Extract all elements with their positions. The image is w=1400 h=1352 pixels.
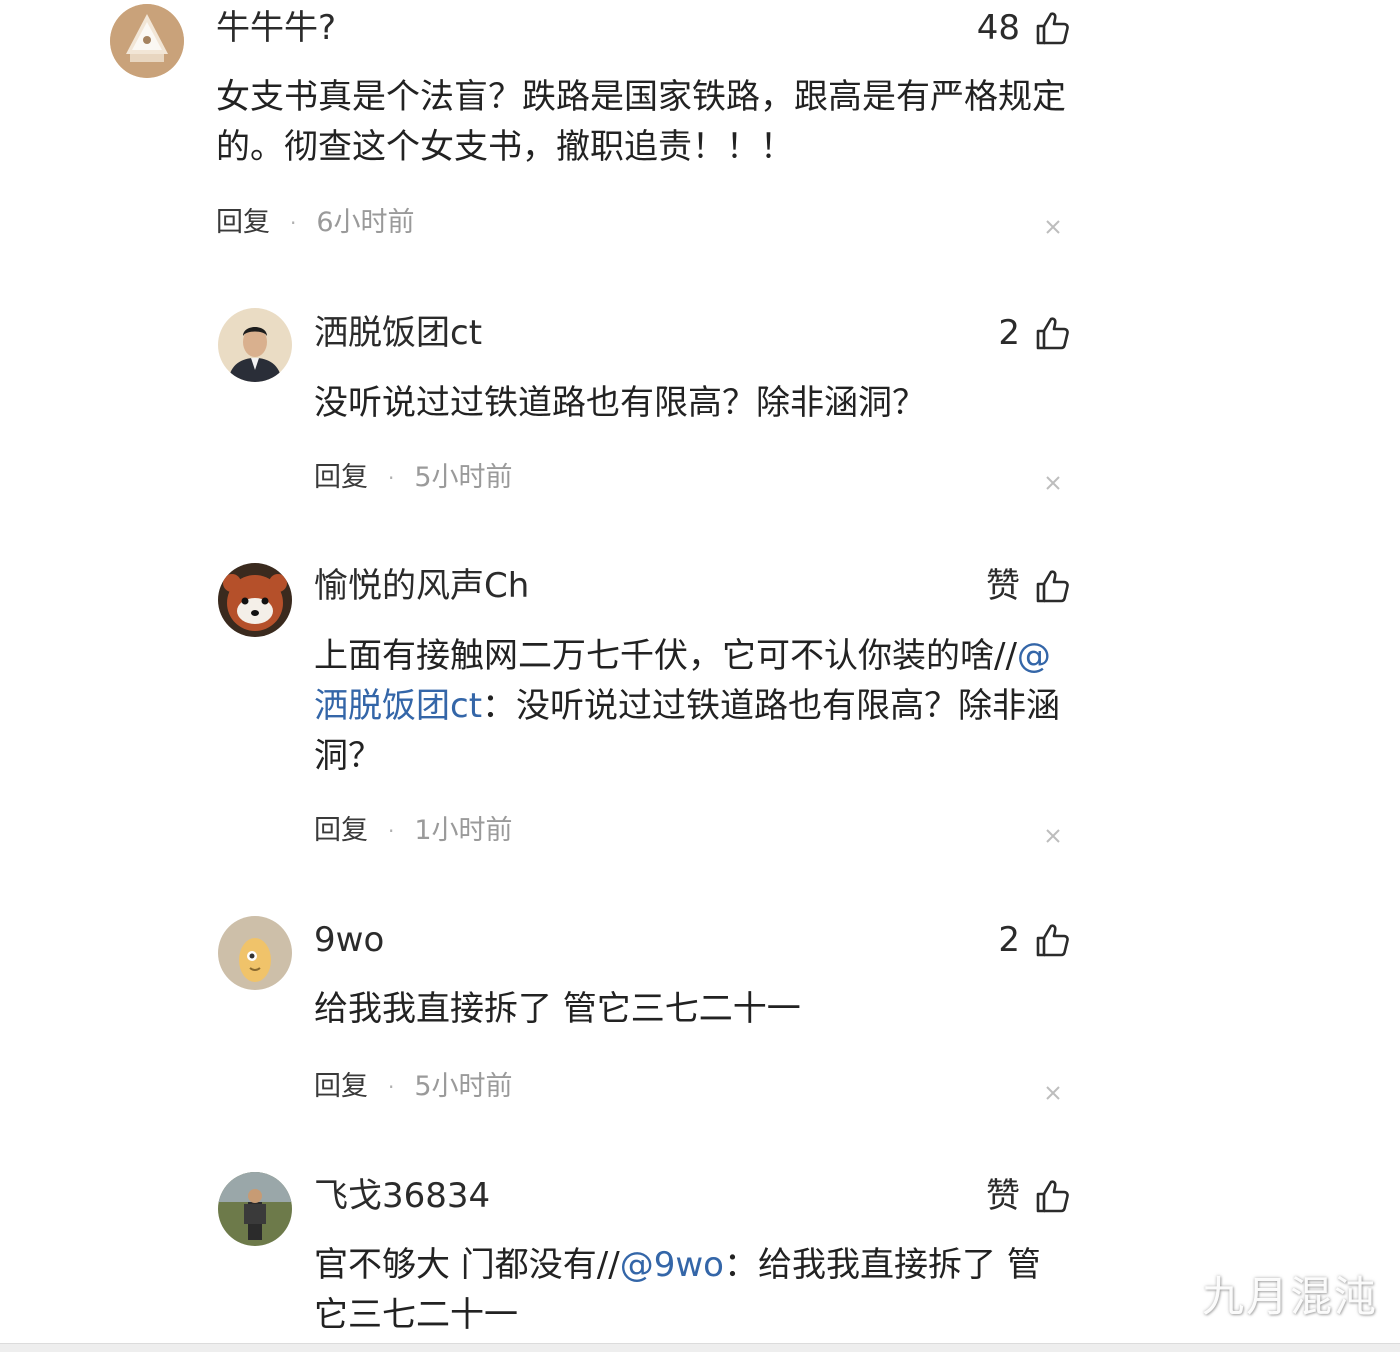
like-label: 赞 — [986, 566, 1020, 606]
comment-text-line: 没听说过过铁道路也有限高？除非涵洞？ — [314, 383, 926, 423]
comment-text-line: 洒脱饭团ct：没听说过过铁道路也有限高？除非涵 — [314, 681, 1084, 731]
avatar-person-outdoor-image — [218, 1172, 292, 1246]
comment-text-line: 洞？ — [314, 736, 382, 776]
close-icon — [1046, 1086, 1060, 1100]
comment-text: 女支书真是个法盲？跌路是国家铁路，跟高是有严格规定 的。彻查这个女支书，撤职追责… — [216, 72, 1096, 172]
comment-text-line: 给我我直接拆了 管它三七二十一 — [314, 989, 801, 1029]
separator-dot: · — [388, 819, 395, 843]
thumbs-up-icon — [1036, 317, 1069, 350]
bottom-divider — [0, 1343, 1400, 1352]
reply-button[interactable]: 回复 — [314, 814, 368, 848]
close-icon — [1046, 829, 1060, 843]
like-count: 2 — [998, 920, 1020, 960]
like-button[interactable]: 赞 — [986, 566, 1070, 606]
avatar[interactable] — [218, 563, 292, 637]
avatar-cartoon-image — [218, 916, 292, 990]
reply-button[interactable]: 回复 — [216, 206, 270, 240]
avatar[interactable] — [110, 4, 184, 78]
close-button[interactable] — [1042, 216, 1064, 238]
reply-button[interactable]: 回复 — [314, 461, 368, 495]
thumbs-up-icon — [1036, 1180, 1069, 1213]
comment-text-line: 官不够大 门都没有//@9wo：给我我直接拆了 管 — [314, 1240, 1094, 1290]
username[interactable]: 愉悦的风声Ch — [314, 566, 529, 606]
text-segment: ：没听说过过铁道路也有限高？除非涵 — [482, 686, 1061, 726]
timestamp: 6小时前 — [316, 207, 415, 238]
timestamp: 5小时前 — [414, 462, 513, 493]
watermark: 九月混沌 — [1201, 1272, 1378, 1321]
comment-text-line: 它三七二十一 — [314, 1295, 518, 1335]
mention-link[interactable]: 洒脱饭团ct — [314, 686, 482, 726]
close-button[interactable] — [1042, 472, 1064, 494]
thumbs-up-icon — [1036, 12, 1069, 45]
separator-dot: · — [290, 211, 297, 235]
like-count: 2 — [998, 313, 1020, 353]
close-button[interactable] — [1042, 1082, 1064, 1104]
timestamp: 5小时前 — [414, 1071, 513, 1102]
thumbs-up-icon — [1036, 570, 1069, 603]
comment-meta: 回复 · 6小时前 — [216, 206, 415, 240]
separator-dot: · — [388, 466, 395, 490]
comment-text-line: 女支书真是个法盲？跌路是国家铁路，跟高是有严格规定 — [216, 77, 1066, 117]
username[interactable]: 9wo — [314, 920, 384, 960]
close-icon — [1046, 220, 1060, 234]
comment-text-line: 上面有接触网二万七千伏，它可不认你装的啥//@ — [314, 631, 1084, 681]
avatar-red-panda-image — [218, 563, 292, 637]
separator-dot: · — [388, 1075, 395, 1099]
like-button[interactable]: 赞 — [986, 1176, 1070, 1216]
close-button[interactable] — [1042, 825, 1064, 847]
like-button[interactable]: 2 — [998, 920, 1070, 960]
comment-meta: 回复 · 1小时前 — [314, 814, 513, 848]
text-segment: 官不够大 门都没有// — [314, 1245, 620, 1285]
comment-1: 牛牛牛? 48 女支书真是个法盲？跌路是国家铁路，跟高是有严格规定 的。彻查这个… — [0, 0, 1400, 260]
comment-2: 洒脱饭团ct 2 没听说过过铁道路也有限高？除非涵洞？ 回复 · 5小时前 — [0, 300, 1400, 520]
comment-3: 愉悦的风声Ch 赞 上面有接触网二万七千伏，它可不认你装的啥//@ 洒脱饭团ct… — [0, 555, 1400, 875]
comment-text: 给我我直接拆了 管它三七二十一 — [314, 984, 1094, 1034]
like-count: 48 — [976, 8, 1020, 48]
thumbs-up-icon — [1036, 924, 1069, 957]
username[interactable]: 牛牛牛? — [216, 8, 336, 48]
avatar[interactable] — [218, 1172, 292, 1246]
avatar[interactable] — [218, 308, 292, 382]
username[interactable]: 飞戈36834 — [314, 1176, 490, 1216]
avatar[interactable] — [218, 916, 292, 990]
comment-meta: 回复 · 5小时前 — [314, 461, 513, 495]
comment-text: 官不够大 门都没有//@9wo：给我我直接拆了 管 它三七二十一 — [314, 1240, 1094, 1340]
avatar-man-image — [218, 308, 292, 382]
comment-5: 飞戈36834 赞 官不够大 门都没有//@9wo：给我我直接拆了 管 它三七二… — [0, 1164, 1400, 1344]
reply-button[interactable]: 回复 — [314, 1070, 368, 1104]
close-icon — [1046, 476, 1060, 490]
like-button[interactable]: 2 — [998, 313, 1070, 353]
text-segment: 上面有接触网二万七千伏，它可不认你装的啥// — [314, 636, 1017, 676]
comment-text: 没听说过过铁道路也有限高？除非涵洞？ — [314, 378, 1094, 428]
username[interactable]: 洒脱饭团ct — [314, 313, 482, 353]
comment-meta: 回复 · 5小时前 — [314, 1070, 513, 1104]
comment-text: 上面有接触网二万七千伏，它可不认你装的啥//@ 洒脱饭团ct：没听说过过铁道路也… — [314, 631, 1084, 781]
like-button[interactable]: 48 — [977, 8, 1070, 48]
mention-link[interactable]: @ — [1017, 636, 1051, 676]
comment-text-line: 的。彻查这个女支书，撤职追责！！！ — [216, 127, 794, 167]
comment-4: 9wo 2 给我我直接拆了 管它三七二十一 回复 · 5小时前 — [0, 908, 1400, 1128]
avatar-pagoda-image — [110, 4, 184, 78]
timestamp: 1小时前 — [414, 815, 513, 846]
text-segment: ：给我我直接拆了 管 — [723, 1245, 1041, 1285]
like-label: 赞 — [986, 1176, 1020, 1216]
mention-link[interactable]: @9wo — [620, 1245, 724, 1285]
